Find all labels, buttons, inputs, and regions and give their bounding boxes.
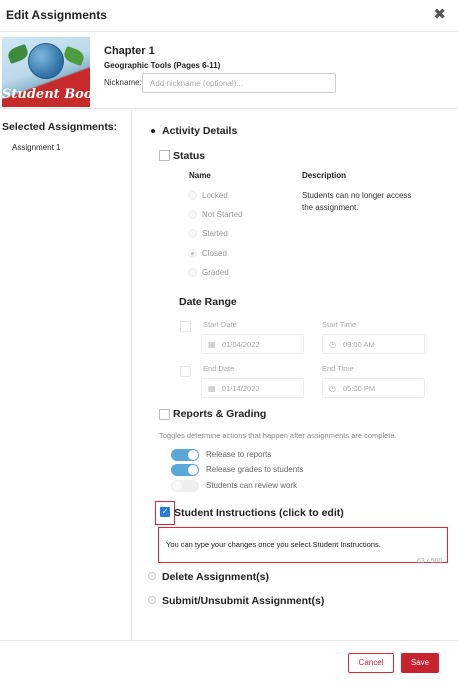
end-date-value: 01/14/2022 [222, 384, 260, 393]
modal-header: Edit Assignments ✖ [0, 0, 458, 32]
status-description-header: Description [302, 171, 347, 180]
end-time-input[interactable]: ◷ 05:00 PM [322, 378, 425, 398]
globe-icon [28, 43, 64, 79]
status-checkbox[interactable] [159, 150, 170, 161]
clock-icon: ◷ [329, 384, 336, 393]
leaf-decoration [6, 44, 30, 64]
status-option-radio[interactable] [188, 249, 197, 258]
student-instructions-textarea[interactable]: You can type your changes once you selec… [166, 540, 381, 549]
modal-title: Edit Assignments [6, 8, 107, 22]
character-counter: 63 / 500 [417, 558, 443, 565]
activity-details-label[interactable]: Activity Details [162, 125, 237, 137]
end-date-checkbox[interactable] [180, 366, 191, 377]
end-time-label: End Time [322, 364, 354, 373]
status-option-locked[interactable]: Locked [202, 191, 228, 200]
status-option-radio[interactable] [188, 210, 197, 219]
delete-assignment-label[interactable]: Delete Assignment(s) [162, 571, 269, 583]
release-to-reports-toggle[interactable] [171, 449, 199, 461]
clock-icon: ◷ [329, 340, 336, 349]
start-time-value: 09:00 AM [343, 340, 375, 349]
cover-title: Student Book [2, 87, 90, 102]
status-option-not-started[interactable]: Not Started [202, 210, 242, 219]
student-instructions-label[interactable]: Student Instructions (click to edit) [174, 507, 344, 519]
release-to-reports-label: Release to reports [206, 450, 272, 459]
save-button[interactable]: Save [401, 653, 439, 673]
start-date-checkbox[interactable] [180, 321, 191, 332]
modal-footer: Cancel Save [0, 640, 458, 685]
end-date-label: End Date [203, 364, 235, 373]
status-option-started[interactable]: Started [202, 229, 228, 238]
start-date-value: 01/04/2022 [222, 340, 260, 349]
status-description: Students can no longer access the assign… [302, 191, 412, 212]
status-option-radio[interactable] [188, 191, 197, 200]
start-date-label: Start Date [203, 320, 237, 329]
release-grades-toggle[interactable] [171, 464, 199, 476]
activity-details-radio[interactable] [149, 127, 157, 135]
start-time-label: Start Time [322, 320, 357, 329]
student-instructions-checkbox[interactable]: ✓ [160, 507, 170, 517]
selected-assignments-panel: Selected Assignments: Assignment 1 [0, 110, 132, 640]
status-option-graded[interactable]: Graded [202, 268, 229, 277]
reports-grading-hint: Toggles determine actions that happen af… [159, 431, 397, 440]
students-review-toggle[interactable] [171, 480, 199, 492]
calendar-icon: ▦ [208, 340, 216, 349]
start-date-input[interactable]: ▦ 01/04/2022 [201, 334, 304, 354]
book-info: Student Book Chapter 1 Geographic Tools … [0, 33, 458, 109]
leaf-decoration [62, 46, 86, 66]
submit-unsubmit-label[interactable]: Submit/Unsubmit Assignment(s) [162, 595, 324, 607]
assignment-list-item[interactable]: Assignment 1 [12, 143, 60, 152]
selected-assignments-title: Selected Assignments: [2, 121, 118, 133]
date-range-label: Date Range [179, 296, 237, 308]
start-time-input[interactable]: ◷ 09:00 AM [322, 334, 425, 354]
end-time-value: 05:00 PM [343, 384, 376, 393]
status-label[interactable]: Status [173, 150, 205, 162]
reports-grading-label[interactable]: Reports & Grading [173, 408, 266, 420]
status-option-radio[interactable] [188, 268, 197, 277]
status-option-closed[interactable]: Closed [202, 249, 227, 258]
assignment-settings: Activity Details Status Name Description… [133, 110, 458, 640]
students-review-label: Students can review work [206, 481, 298, 490]
calendar-icon: ▦ [208, 384, 216, 393]
close-icon[interactable]: ✖ [433, 7, 446, 22]
book-cover-image: Student Book [2, 37, 90, 107]
nickname-input[interactable] [142, 73, 336, 93]
delete-assignment-radio[interactable] [148, 572, 156, 580]
nickname-label: Nickname: [104, 78, 142, 87]
status-name-header: Name [189, 171, 211, 180]
release-grades-label: Release grades to students [206, 465, 304, 474]
reports-grading-checkbox[interactable] [159, 409, 170, 420]
chapter-subtitle: Geographic Tools (Pages 6-11) [104, 61, 221, 70]
status-option-radio[interactable] [188, 229, 197, 238]
cancel-button[interactable]: Cancel [348, 653, 394, 673]
chapter-title: Chapter 1 [104, 45, 155, 57]
submit-unsubmit-radio[interactable] [148, 596, 156, 604]
end-date-input[interactable]: ▦ 01/14/2022 [201, 378, 304, 398]
